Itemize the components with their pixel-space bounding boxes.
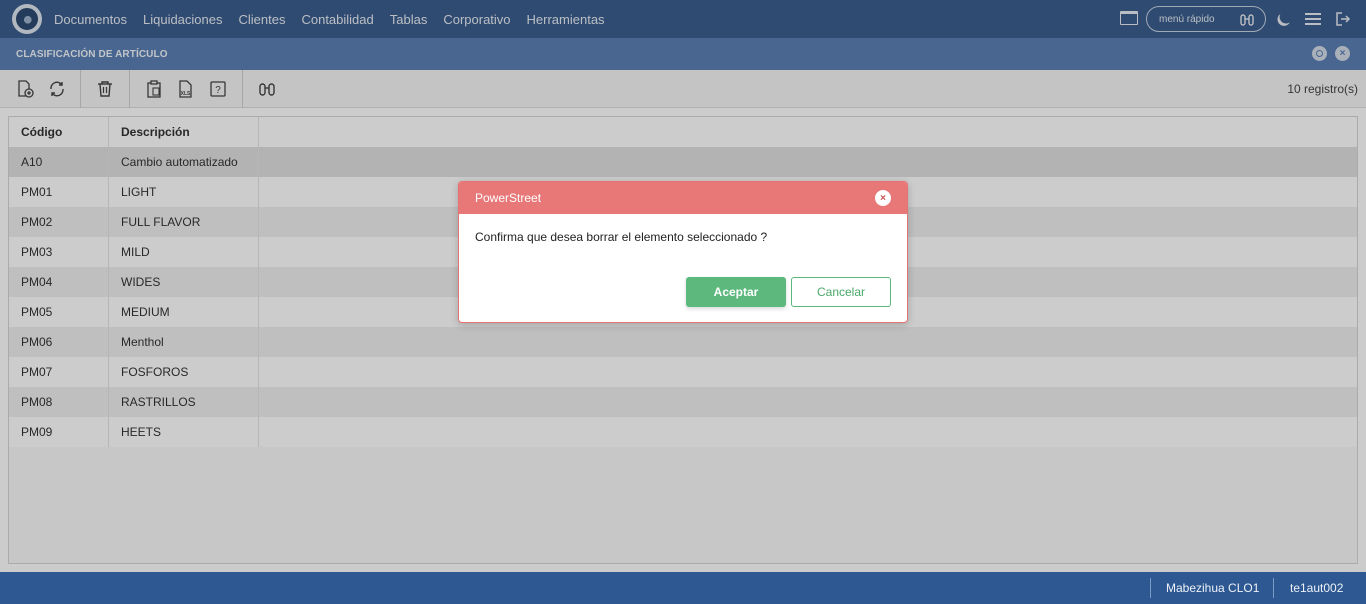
dialog-header: PowerStreet × <box>459 182 907 214</box>
user-name: Mabezihua CLO1 <box>1166 581 1260 595</box>
close-icon: × <box>880 192 886 204</box>
dialog-close-button[interactable]: × <box>875 190 891 206</box>
dialog-message: Confirma que desea borrar el elemento se… <box>475 230 768 244</box>
cancel-button[interactable]: Cancelar <box>791 277 891 307</box>
confirm-delete-dialog: PowerStreet × Confirma que desea borrar … <box>458 181 908 323</box>
status-bar: Mabezihua CLO1 te1aut002 <box>0 572 1366 604</box>
dialog-title: PowerStreet <box>475 191 542 205</box>
accept-button[interactable]: Aceptar <box>686 277 786 307</box>
station-id: te1aut002 <box>1290 581 1344 595</box>
